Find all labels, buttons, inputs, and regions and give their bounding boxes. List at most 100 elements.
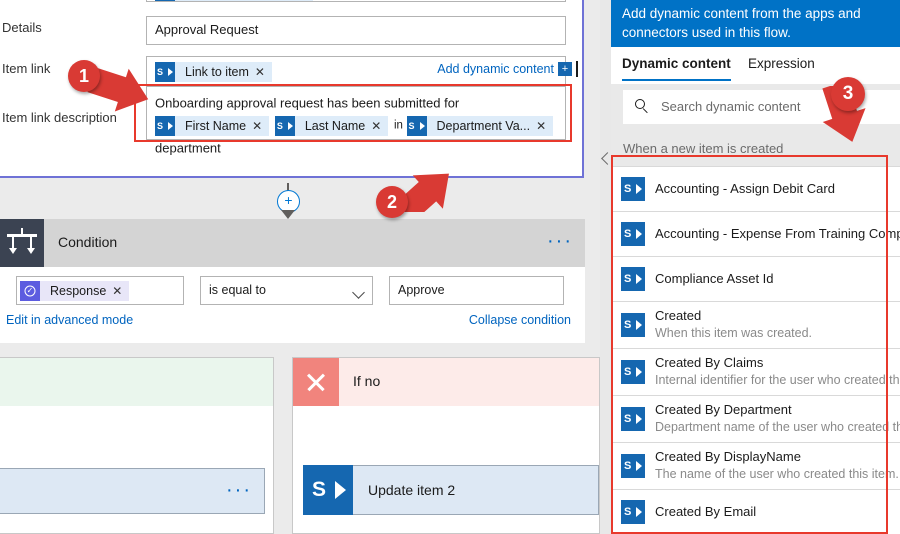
token-chip-first-name[interactable]: First Name ✕ — [155, 115, 270, 136]
dynamic-content-item-name: Created — [655, 308, 702, 323]
field-input-item-link-description[interactable]: Onboarding approval request has been sub… — [146, 86, 566, 155]
branch-if-yes-action-card[interactable]: ··· — [0, 468, 265, 514]
token-label: Last Name — [304, 118, 366, 133]
search-icon — [635, 99, 650, 114]
field-input-details[interactable]: Approval Request — [146, 16, 566, 45]
dynamic-content-item-name: Created By Department — [655, 402, 792, 417]
sharepoint-icon — [155, 62, 175, 82]
condition-icon — [0, 219, 44, 267]
condition-left-operand-input[interactable]: Response ✕ — [16, 276, 184, 305]
dynamic-content-item-name: Created By Email — [655, 504, 757, 519]
condition-body: Response ✕ is equal to Approve Edit in a… — [0, 267, 585, 343]
dynamic-content-item[interactable]: Created By DisplayName The name of the us… — [611, 443, 900, 490]
dynamic-content-item-name: Accounting - Expense From Training Compl… — [655, 226, 900, 241]
condition-value-text: Approve — [398, 283, 445, 297]
add-dynamic-content-link[interactable]: Add dynamic content — [437, 62, 554, 76]
description-static-text-1: Onboarding approval request has been sub… — [155, 95, 460, 111]
connector-arrowhead — [281, 210, 295, 219]
panel-gutter — [600, 0, 611, 534]
collapse-condition-link[interactable]: Collapse condition — [469, 313, 571, 327]
sharepoint-icon — [406, 115, 427, 136]
condition-card: Condition ··· Response ✕ is equal to App… — [0, 219, 585, 343]
dynamic-content-group-title: When a new item is created — [623, 141, 784, 156]
condition-header[interactable]: Condition ··· — [0, 219, 585, 267]
sharepoint-icon — [621, 454, 645, 478]
token-chip-link-to-item[interactable]: Link to item ✕ — [155, 62, 272, 82]
branch-if-yes-header — [0, 358, 273, 406]
search-placeholder: Search dynamic content — [661, 99, 801, 114]
branch-if-yes-more-menu-icon[interactable]: ··· — [226, 479, 252, 502]
text-caret — [576, 61, 578, 77]
dynamic-content-item-description: The name of the user who created this it… — [655, 467, 899, 481]
sharepoint-icon — [621, 177, 645, 201]
token-chip-cutoff[interactable] — [155, 0, 313, 1]
annotation-badge-2: 2 — [376, 186, 408, 218]
condition-more-menu-icon[interactable]: ··· — [547, 230, 573, 253]
sharepoint-icon — [274, 115, 295, 136]
token-remove-icon[interactable]: ✕ — [112, 281, 129, 301]
sharepoint-icon — [155, 115, 175, 136]
add-dynamic-content-plus-icon[interactable]: + — [558, 62, 572, 76]
sharepoint-icon — [621, 267, 645, 291]
field-label-item-link-description: Item link description — [2, 110, 117, 125]
edit-in-advanced-mode-link[interactable]: Edit in advanced mode — [6, 313, 133, 327]
panel-banner: Add dynamic content from the apps and co… — [611, 0, 900, 47]
dynamic-content-item[interactable]: Created By Claims Internal identifier for… — [611, 349, 900, 396]
field-box-cutoff[interactable] — [146, 0, 566, 2]
dynamic-content-item-description: When this item was created. — [655, 326, 813, 340]
sharepoint-icon — [155, 0, 175, 1]
token-remove-icon[interactable]: ✕ — [255, 62, 272, 82]
sharepoint-icon — [621, 360, 645, 384]
dynamic-content-list[interactable]: When a new item is created Accounting - … — [611, 132, 900, 534]
dynamic-content-item[interactable]: Compliance Asset Id — [611, 257, 900, 302]
token-chip-last-name[interactable]: Last Name ✕ — [274, 115, 389, 136]
condition-value-input[interactable]: Approve — [389, 276, 564, 305]
annotation-badge-1: 1 — [68, 60, 100, 92]
token-remove-icon[interactable]: ✕ — [252, 116, 269, 136]
branch-if-yes: ··· — [0, 357, 274, 534]
annotation-badge-3: 3 — [831, 77, 865, 111]
sharepoint-icon — [621, 222, 645, 246]
token-label: Link to item — [185, 65, 249, 79]
dynamic-content-item-description: Department name of the user who created … — [655, 420, 900, 434]
tab-expression[interactable]: Expression — [748, 56, 815, 71]
panel-banner-text: Add dynamic content from the apps and co… — [622, 6, 861, 40]
description-static-text-3: department — [155, 140, 221, 156]
chevron-down-icon — [352, 286, 365, 299]
sharepoint-icon — [621, 313, 645, 337]
token-chip-department-value[interactable]: Department Va... ✕ — [406, 115, 554, 136]
sharepoint-icon — [621, 500, 645, 524]
branch-if-no-title: If no — [353, 373, 381, 389]
dynamic-content-item-name: Created By DisplayName — [655, 449, 801, 464]
tab-dynamic-content[interactable]: Dynamic content — [622, 56, 731, 81]
dynamic-content-item-name: Accounting - Assign Debit Card — [655, 181, 835, 196]
tab-dynamic-content-label: Dynamic content — [622, 56, 731, 71]
field-label-item-link: Item link — [2, 61, 51, 76]
close-icon — [293, 358, 339, 406]
branch-if-no-header: If no — [293, 358, 599, 406]
condition-operator-value: is equal to — [209, 283, 266, 297]
dynamic-content-item[interactable]: Created By Department Department name of … — [611, 396, 900, 443]
dynamic-content-item-name: Compliance Asset Id — [655, 271, 774, 286]
field-label-details: Details — [2, 20, 42, 35]
panel-collapse-chevron-icon[interactable] — [600, 148, 614, 170]
dynamic-content-item[interactable]: Accounting - Expense From Training Compl… — [611, 212, 900, 257]
description-static-text-2: in — [393, 119, 403, 132]
token-remove-icon[interactable]: ✕ — [536, 116, 553, 136]
token-label: Response — [50, 284, 107, 298]
approvals-icon — [20, 281, 40, 301]
condition-operator-select[interactable]: is equal to — [200, 276, 373, 305]
token-chip-response[interactable]: Response ✕ — [20, 281, 130, 301]
branch-if-no: If no Update item 2 — [292, 357, 600, 534]
action-card-label: Update item 2 — [368, 482, 456, 498]
token-label: Department Va... — [436, 118, 531, 133]
dynamic-content-item[interactable]: Accounting - Assign Debit Card — [611, 167, 900, 212]
dynamic-content-item[interactable]: Created By Email — [611, 490, 900, 534]
token-remove-icon[interactable]: ✕ — [371, 116, 388, 136]
dynamic-content-group-header: When a new item is created — [611, 132, 900, 167]
dynamic-content-item[interactable]: Created When this item was created. — [611, 302, 900, 349]
sharepoint-icon — [621, 407, 645, 431]
field-value-details: Approval Request — [155, 22, 259, 37]
token-label: First Name — [185, 118, 247, 133]
action-card-update-item-2[interactable]: Update item 2 — [303, 465, 599, 515]
